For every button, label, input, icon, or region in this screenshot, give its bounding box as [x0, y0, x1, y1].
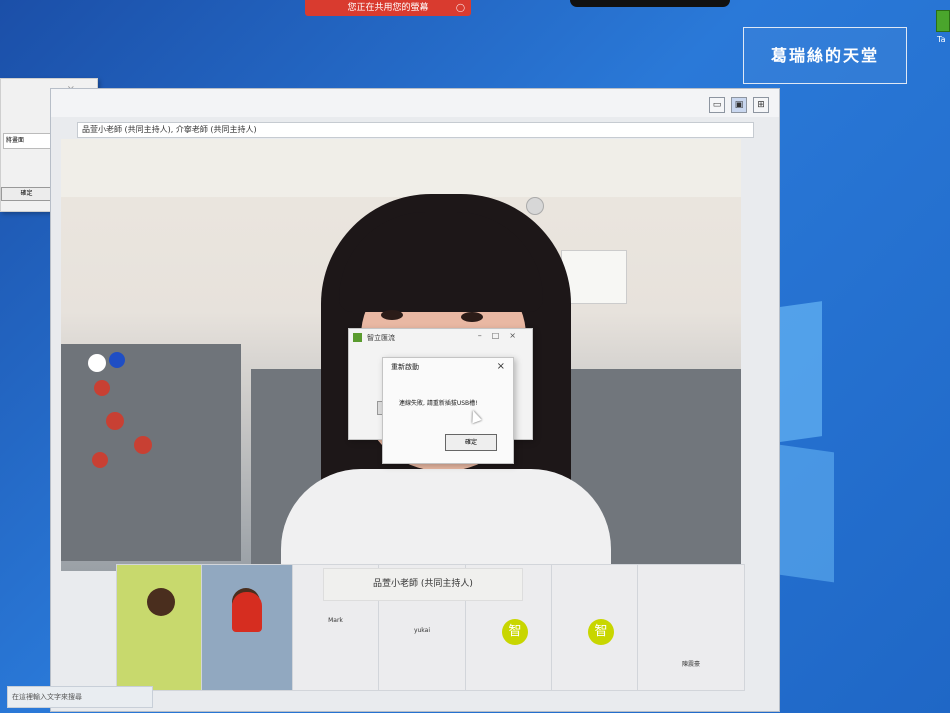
app-icon: [936, 10, 950, 32]
decor-ball: [88, 354, 106, 372]
dialog-message: 連線失敗, 請重新插拔USB槽!: [399, 400, 478, 407]
app-icon: [353, 333, 362, 342]
view-icon[interactable]: ▣: [731, 97, 747, 113]
host-line: 品萱小老師 (共同主持人), 介寧老師 (共同主持人): [77, 122, 754, 138]
eye: [381, 310, 403, 320]
participant-tile[interactable]: 陳震豪: [637, 564, 745, 691]
close-icon[interactable]: ×: [497, 361, 505, 372]
decor-ball: [109, 352, 125, 368]
confirm-button[interactable]: 確定: [445, 434, 497, 451]
participant-name: 陳震豪: [681, 661, 700, 668]
desktop-icon-label: Ta: [937, 35, 946, 44]
ceiling: [61, 139, 741, 197]
participant-tile[interactable]: [201, 564, 293, 691]
background-board: [61, 344, 241, 561]
decor-ball: [94, 380, 110, 396]
window-controls[interactable]: –□×: [478, 331, 526, 340]
error-dialog: 重新啟動 × 連線失敗, 請重新插拔USB槽! 確定: [382, 357, 514, 464]
stop-circle-icon[interactable]: ◯: [456, 0, 465, 16]
share-banner-text: 您正在共用您的螢幕: [347, 3, 429, 13]
desktop-shortcut[interactable]: Ta: [934, 2, 950, 48]
meeting-toolbar: ▭ ▣ ⊞: [51, 89, 779, 117]
participant-logo: 智: [502, 619, 528, 645]
watermark: 葛瑞絲的天堂: [743, 27, 907, 84]
speaker-name-banner: 品萱小老師 (共同主持人): [323, 568, 523, 601]
search-input[interactable]: 在這裡輸入文字來搜尋: [7, 686, 153, 708]
decor-ball: [134, 436, 152, 454]
search-placeholder: 在這裡輸入文字來搜尋: [12, 693, 82, 701]
participant-name: Mark: [328, 617, 343, 624]
participant-shirt: [232, 592, 262, 632]
ok-button[interactable]: 確定: [1, 187, 52, 201]
view-switcher: ▭ ▣ ⊞: [709, 97, 769, 113]
decor-ball: [106, 412, 124, 430]
watermark-text: 葛瑞絲的天堂: [770, 46, 879, 65]
participant-name: yukai: [413, 627, 431, 634]
participant-video: [147, 588, 175, 616]
eye: [461, 312, 483, 322]
camera-bar: [570, 0, 730, 7]
screen-share-banner[interactable]: 您正在共用您的螢幕 ◯: [305, 0, 471, 16]
dialog-title: 重新啟動: [391, 363, 419, 371]
grid-icon[interactable]: ⊞: [753, 97, 769, 113]
select-value: 將畫面: [6, 137, 25, 144]
decor-ball: [92, 452, 108, 468]
participant-tile[interactable]: [116, 564, 202, 691]
participant-logo: 智: [588, 619, 614, 645]
view-icon[interactable]: ▭: [709, 97, 725, 113]
participant-tile[interactable]: 智: [551, 564, 638, 691]
shirt: [281, 469, 611, 571]
